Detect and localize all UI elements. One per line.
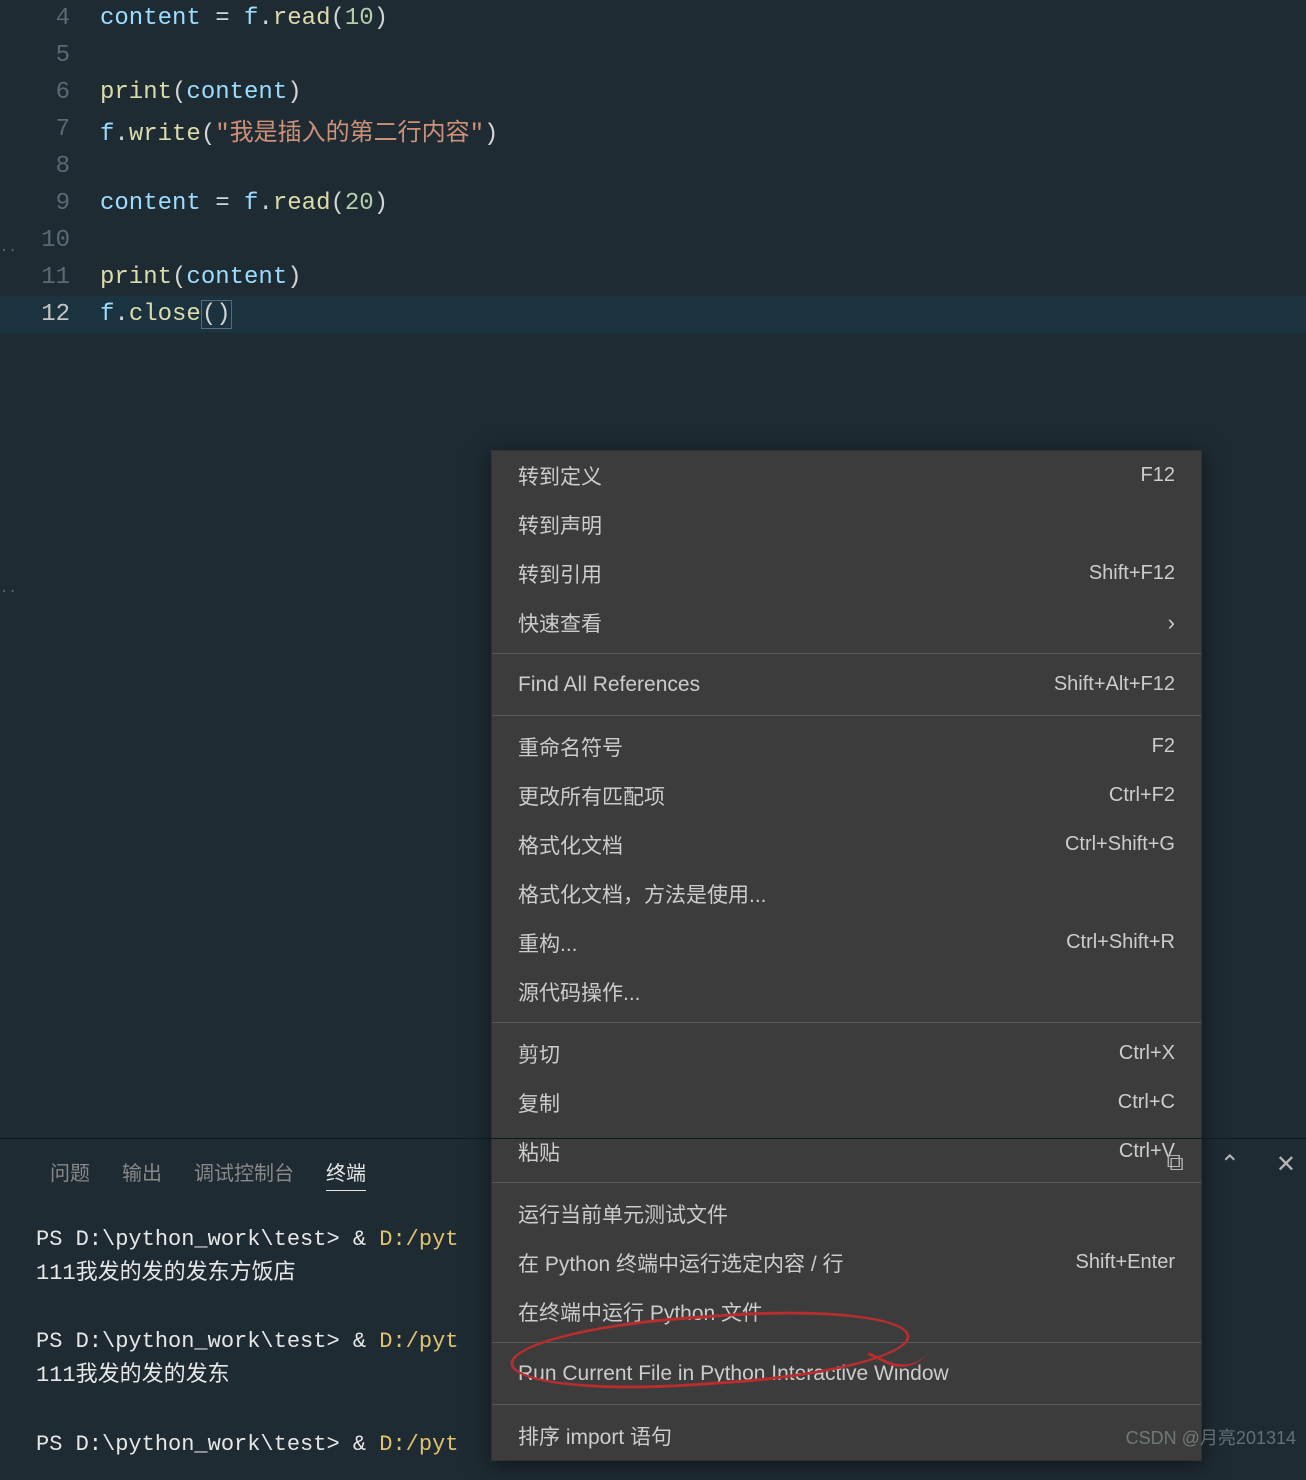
line-number: 10 [0, 227, 100, 254]
terminal-output[interactable]: PS D:\python_work\test> & D:/pyt111我发的发的… [0, 1205, 1306, 1480]
line-number: 9 [0, 190, 100, 217]
menu-item[interactable]: 格式化文档 Ctrl+Shift+G [492, 820, 1201, 869]
line-number: 8 [0, 153, 100, 180]
menu-item-label: 格式化文档，方法是使用... [518, 879, 767, 909]
menu-item[interactable]: 快速查看 › [492, 598, 1201, 647]
menu-item[interactable]: 转到定义 F12 [492, 451, 1201, 500]
menu-item-label: 转到定义 [518, 461, 602, 491]
menu-item[interactable]: 剪切 Ctrl+X [492, 1029, 1201, 1078]
line-number: 6 [0, 79, 100, 106]
close-icon[interactable]: ✕ [1276, 1150, 1296, 1180]
menu-item-label: 快速查看 [518, 608, 602, 638]
chevron-up-icon[interactable]: ⌃ [1220, 1150, 1240, 1180]
code-content[interactable]: f.close() [100, 301, 232, 328]
menu-item-shortcut: F2 [1152, 735, 1175, 758]
menu-item-shortcut: Ctrl+F2 [1109, 784, 1175, 807]
menu-item-label: 复制 [518, 1088, 560, 1118]
menu-item[interactable]: 转到声明 [492, 500, 1201, 549]
panel-tab[interactable]: 问题 [50, 1157, 90, 1191]
chevron-right-icon: › [1168, 610, 1175, 636]
panel-toolbar: ⧉ ⌃ ✕ [1167, 1150, 1296, 1180]
menu-item[interactable]: 重构... Ctrl+Shift+R [492, 918, 1201, 967]
split-icon[interactable]: ⧉ [1167, 1150, 1184, 1180]
panel-tabs: 问题输出调试控制台终端 [0, 1139, 1306, 1205]
bottom-panel: 问题输出调试控制台终端 PS D:\python_work\test> & D:… [0, 1138, 1306, 1480]
code-line[interactable]: 9content = f.read(20) [0, 185, 1306, 222]
code-editor[interactable]: 4content = f.read(10)56print(content)7f.… [0, 0, 1306, 333]
line-number: 12 [0, 301, 100, 328]
line-number: 11 [0, 264, 100, 291]
code-content[interactable]: print(content) [100, 264, 302, 291]
menu-item[interactable]: 源代码操作... [492, 967, 1201, 1016]
menu-item-label: 剪切 [518, 1039, 560, 1069]
terminal-line: PS D:\python_work\test> & D:/pyt [36, 1325, 1270, 1359]
menu-item[interactable]: 格式化文档，方法是使用... [492, 869, 1201, 918]
code-line[interactable]: 8 [0, 148, 1306, 185]
terminal-line [36, 1393, 1270, 1427]
terminal-line [36, 1291, 1270, 1325]
panel-tab[interactable]: 调试控制台 [194, 1157, 294, 1191]
menu-separator [492, 715, 1201, 716]
terminal-line: PS D:\python_work\test> & D:/pyt [36, 1223, 1270, 1257]
code-line[interactable]: 11print(content) [0, 259, 1306, 296]
menu-separator [492, 1022, 1201, 1023]
menu-item-shortcut: Ctrl+Shift+R [1066, 931, 1175, 954]
panel-tab[interactable]: 终端 [326, 1157, 366, 1191]
menu-separator [492, 653, 1201, 654]
menu-item[interactable]: 重命名符号 F2 [492, 722, 1201, 771]
menu-item-shortcut: Ctrl+X [1119, 1042, 1175, 1065]
code-content[interactable]: f.write("我是插入的第二行内容") [100, 112, 498, 148]
code-line[interactable]: 10 [0, 222, 1306, 259]
menu-item-shortcut: Shift+F12 [1089, 562, 1175, 585]
menu-item-shortcut: Ctrl+Shift+G [1065, 833, 1175, 856]
code-content[interactable]: content = f.read(20) [100, 190, 388, 217]
code-line[interactable]: 12f.close() [0, 296, 1306, 333]
code-line[interactable]: 7f.write("我是插入的第二行内容") [0, 111, 1306, 148]
menu-item-label: 重构... [518, 928, 578, 958]
menu-item-label: 源代码操作... [518, 977, 641, 1007]
menu-item-shortcut: Shift+Alt+F12 [1054, 673, 1175, 696]
menu-item-label: 格式化文档 [518, 830, 623, 860]
line-number: 4 [0, 5, 100, 32]
menu-item-label: 转到引用 [518, 559, 602, 589]
menu-item-label: 重命名符号 [518, 732, 623, 762]
menu-item-shortcut: F12 [1141, 464, 1175, 487]
menu-item-label: Find All References [518, 673, 700, 697]
menu-item[interactable]: 转到引用 Shift+F12 [492, 549, 1201, 598]
panel-tab[interactable]: 输出 [122, 1157, 162, 1191]
code-line[interactable]: 6print(content) [0, 74, 1306, 111]
menu-item-label: 更改所有匹配项 [518, 781, 665, 811]
code-content[interactable]: print(content) [100, 79, 302, 106]
menu-item-shortcut: Ctrl+C [1118, 1091, 1175, 1114]
menu-item[interactable]: 复制 Ctrl+C [492, 1078, 1201, 1127]
menu-item[interactable]: 更改所有匹配项 Ctrl+F2 [492, 771, 1201, 820]
terminal-line: 111我发的发的发东 [36, 1359, 1270, 1393]
code-content[interactable]: content = f.read(10) [100, 5, 388, 32]
folding-indicator: ·· [0, 584, 17, 600]
terminal-line: 111我发的发的发东方饭店 [36, 1257, 1270, 1291]
code-line[interactable]: 5 [0, 37, 1306, 74]
code-line[interactable]: 4content = f.read(10) [0, 0, 1306, 37]
menu-item-label: 转到声明 [518, 510, 602, 540]
line-number: 5 [0, 42, 100, 69]
watermark: CSDN @月亮201314 [1126, 1424, 1296, 1450]
terminal-line: PS D:\python_work\test> & D:/pyt [36, 1428, 1270, 1462]
menu-item[interactable]: Find All References Shift+Alt+F12 [492, 660, 1201, 709]
line-number: 7 [0, 116, 100, 143]
